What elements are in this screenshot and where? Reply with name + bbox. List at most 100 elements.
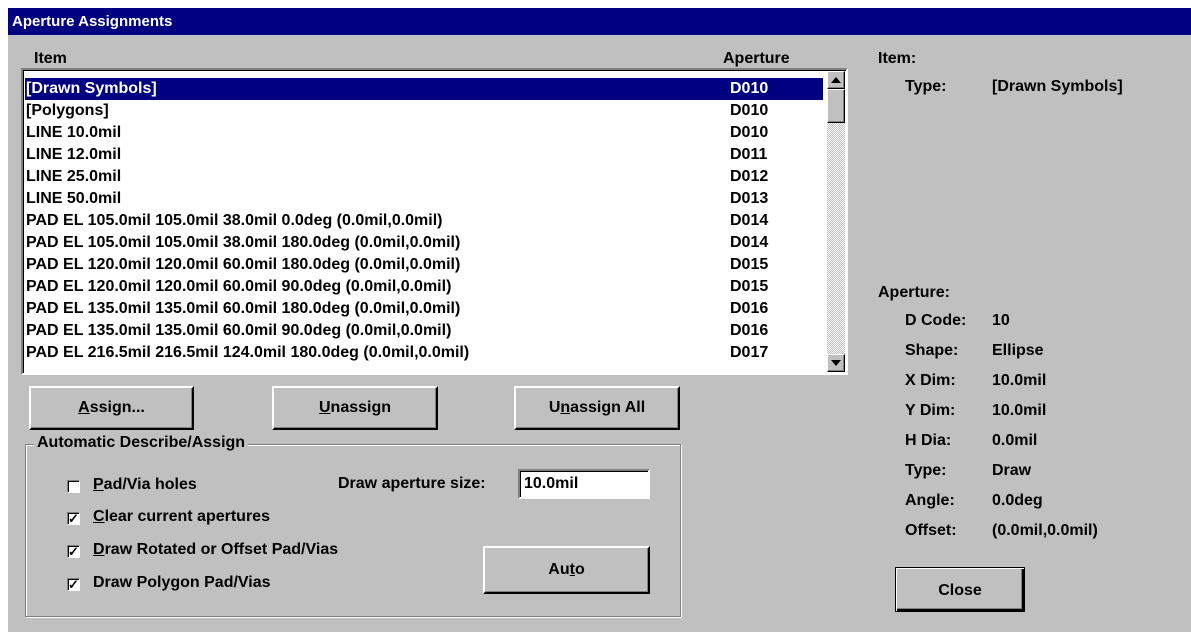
row-aperture-code: D012 xyxy=(730,168,769,185)
row-aperture-code: D011 xyxy=(730,146,768,163)
auto-pre: Au xyxy=(548,561,570,578)
row-item-name: LINE 12.0mil xyxy=(26,146,122,163)
window-title: Aperture Assignments xyxy=(12,13,173,30)
aperture-field-label: Y Dim: xyxy=(905,402,956,419)
checkbox[interactable]: ✓ xyxy=(67,512,80,525)
row-item-name: PAD EL 120.0mil 120.0mil 60.0mil 180.0de… xyxy=(26,256,461,273)
list-row[interactable]: LINE 10.0mil D010 xyxy=(25,122,823,144)
checkbox-label[interactable]: Clear current apertures xyxy=(93,508,270,526)
row-item-name: PAD EL 105.0mil 105.0mil 38.0mil 180.0de… xyxy=(26,234,461,251)
row-item-name: PAD EL 135.0mil 135.0mil 60.0mil 180.0de… xyxy=(26,300,461,317)
scroll-down-button[interactable] xyxy=(827,354,845,372)
auto-button[interactable]: Auto xyxy=(483,546,650,594)
list-row[interactable]: PAD EL 105.0mil 105.0mil 38.0mil 0.0deg … xyxy=(25,210,823,232)
aperture-field-value: 0.0deg xyxy=(992,492,1043,509)
draw-aperture-size-input[interactable]: 10.0mil xyxy=(518,469,650,499)
checkbox-hotkey: D xyxy=(93,541,105,558)
list-row[interactable]: PAD EL 120.0mil 120.0mil 60.0mil 90.0deg… xyxy=(25,276,823,298)
checkbox-label[interactable]: Draw Rotated or Offset Pad/Vias xyxy=(93,541,338,559)
row-aperture-code: D014 xyxy=(730,212,769,229)
row-aperture-code: D017 xyxy=(730,344,769,361)
item-type-value: [Drawn Symbols] xyxy=(992,78,1123,95)
checkbox[interactable]: ✓ xyxy=(67,545,80,558)
aperture-field-value: Ellipse xyxy=(992,342,1044,359)
list-row[interactable]: LINE 12.0mil D011 xyxy=(25,144,823,166)
checkbox-hotkey: C xyxy=(93,508,105,525)
row-item-name: PAD EL 120.0mil 120.0mil 60.0mil 90.0deg… xyxy=(26,278,452,295)
unassign-all-hotkey: n xyxy=(560,399,571,416)
up-arrow-icon xyxy=(831,77,841,83)
list-row[interactable]: PAD EL 216.5mil 216.5mil 124.0mil 180.0d… xyxy=(25,342,823,364)
list-row[interactable]: PAD EL 105.0mil 105.0mil 38.0mil 180.0de… xyxy=(25,232,823,254)
group-label: Automatic Describe/Assign xyxy=(34,434,249,452)
unassign-hotkey: U xyxy=(318,399,331,416)
aperture-column-header: Aperture xyxy=(723,50,790,67)
unassign-all-pre: U xyxy=(548,399,561,416)
aperture-field-value: Draw xyxy=(992,462,1032,479)
aperture-info-heading: Aperture: xyxy=(878,284,951,301)
aperture-field-value: 0.0mil xyxy=(992,432,1038,449)
aperture-list[interactable]: [Drawn Symbols] D010 [Polygons] D010 LINE 10… xyxy=(21,68,848,375)
row-aperture-code: D010 xyxy=(730,102,769,119)
aperture-field-label: H Dia: xyxy=(905,432,952,449)
list-row[interactable]: PAD EL 120.0mil 120.0mil 60.0mil 180.0de… xyxy=(25,254,823,276)
row-aperture-code: D016 xyxy=(730,300,769,317)
row-item-name: PAD EL 135.0mil 135.0mil 60.0mil 90.0deg… xyxy=(26,322,452,339)
checkbox-hotkey: P xyxy=(93,476,104,493)
row-aperture-code: D010 xyxy=(730,124,769,141)
list-row[interactable]: [Drawn Symbols] D010 xyxy=(25,78,823,100)
scroll-up-button[interactable] xyxy=(827,71,845,89)
row-item-name: LINE 25.0mil xyxy=(26,168,122,185)
row-aperture-code: D014 xyxy=(730,234,769,251)
unassign-all-label: assign All xyxy=(570,399,646,416)
list-row[interactable]: LINE 25.0mil D012 xyxy=(25,166,823,188)
list-row[interactable]: [Polygons] D010 xyxy=(25,100,823,122)
aperture-field-value: 10 xyxy=(992,312,1010,329)
aperture-field-value: 10.0mil xyxy=(992,372,1047,389)
unassign-all-button[interactable]: Unassign All xyxy=(514,386,680,430)
aperture-field-label: X Dim: xyxy=(905,372,956,389)
assign-hotkey: A xyxy=(78,399,90,416)
row-item-name: [Polygons] xyxy=(26,102,109,119)
row-item-name: [Drawn Symbols] xyxy=(26,80,157,97)
row-item-name: PAD EL 105.0mil 105.0mil 38.0mil 0.0deg … xyxy=(26,212,443,229)
aperture-field-value: 10.0mil xyxy=(992,402,1047,419)
close-label: Close xyxy=(938,582,982,599)
item-column-header: Item xyxy=(34,50,67,67)
item-info-heading: Item: xyxy=(878,50,917,67)
assign-button[interactable]: Assign... xyxy=(29,386,194,430)
aperture-field-label: Offset: xyxy=(905,522,957,539)
list-row[interactable]: PAD EL 135.0mil 135.0mil 60.0mil 90.0deg… xyxy=(25,320,823,342)
checkbox-text: ad/Via holes xyxy=(103,476,197,493)
close-button[interactable]: Close xyxy=(895,567,1025,612)
draw-aperture-size-label: Draw aperture size: xyxy=(338,475,486,492)
auto-label: o xyxy=(574,561,585,578)
assign-label: ssign... xyxy=(89,399,145,416)
checkbox-text: raw Rotated or Offset Pad/Vias xyxy=(104,541,339,558)
checkbox[interactable] xyxy=(67,480,80,493)
checkbox[interactable]: ✓ xyxy=(67,578,80,591)
row-item-name: LINE 10.0mil xyxy=(26,124,122,141)
checkbox-label[interactable]: Draw Polygon Pad/Vias xyxy=(93,574,271,592)
row-aperture-code: D010 xyxy=(730,80,769,97)
row-aperture-code: D015 xyxy=(730,256,769,273)
aperture-field-label: Shape: xyxy=(905,342,959,359)
aperture-field-value: (0.0mil,0.0mil) xyxy=(992,522,1098,539)
row-item-name: LINE 50.0mil xyxy=(26,190,122,207)
down-arrow-icon xyxy=(831,360,841,366)
row-aperture-code: D016 xyxy=(730,322,769,339)
aperture-field-label: Angle: xyxy=(905,492,955,509)
list-row[interactable]: PAD EL 135.0mil 135.0mil 60.0mil 180.0de… xyxy=(25,298,823,320)
aperture-field-label: D Code: xyxy=(905,312,967,329)
title-bar: Aperture Assignments xyxy=(8,8,1191,35)
scroll-thumb[interactable] xyxy=(827,89,845,123)
vertical-scrollbar[interactable] xyxy=(827,71,845,372)
item-type-label: Type: xyxy=(905,78,947,95)
unassign-label: nassign xyxy=(330,399,392,416)
list-row[interactable]: LINE 50.0mil D013 xyxy=(25,188,823,210)
row-aperture-code: D013 xyxy=(730,190,769,207)
unassign-button[interactable]: Unassign xyxy=(272,386,438,430)
checkbox-label[interactable]: Pad/Via holes xyxy=(93,476,197,494)
row-item-name: PAD EL 216.5mil 216.5mil 124.0mil 180.0d… xyxy=(26,344,470,361)
row-aperture-code: D015 xyxy=(730,278,769,295)
